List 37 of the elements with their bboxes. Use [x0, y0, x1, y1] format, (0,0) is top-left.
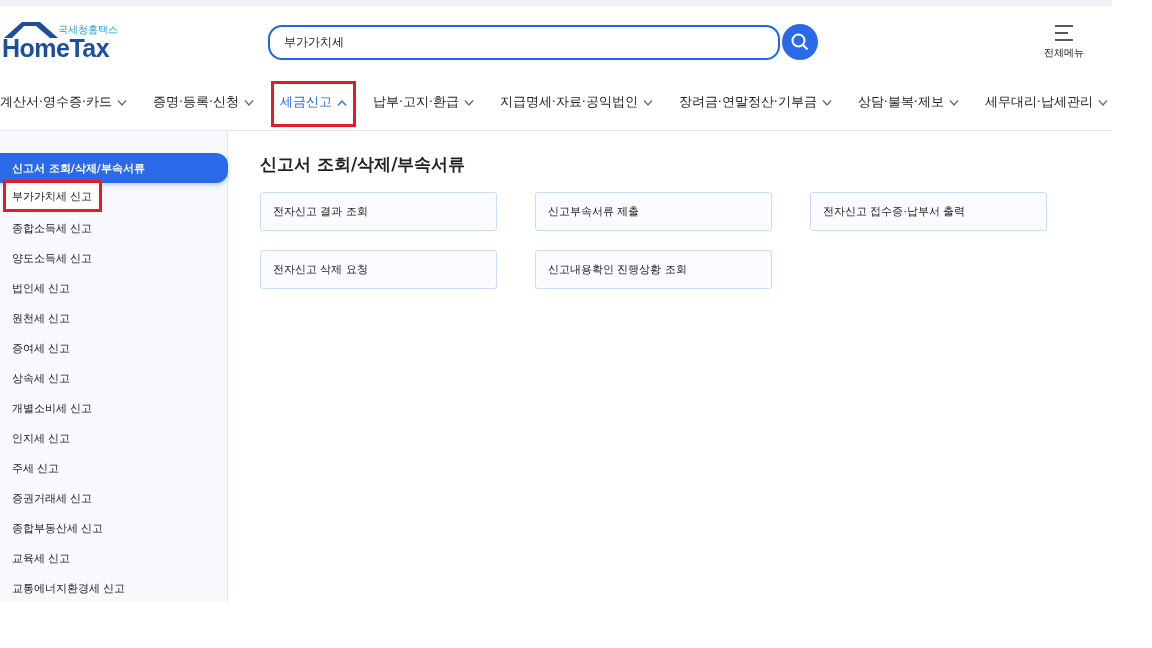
- nav-tab[interactable]: 세무대리·납세관리: [975, 78, 1117, 130]
- all-menu-button[interactable]: 전체메뉴: [1044, 24, 1084, 60]
- logo-wordmark[interactable]: HomeTax: [2, 36, 268, 60]
- sidebar-item[interactable]: 증권거래세 신고: [0, 483, 227, 513]
- sidebar-item[interactable]: 양도소득세 신고: [0, 243, 227, 273]
- menu-link-card[interactable]: 신고부속서류 제출: [535, 192, 772, 231]
- sidebar-item[interactable]: 종합소득세 신고: [0, 213, 227, 243]
- nav-tab[interactable]: 장려금·연말정산·기부금: [669, 78, 841, 130]
- search-field[interactable]: 부가가치세: [268, 24, 780, 60]
- sidebar-item[interactable]: 개별소비세 신고: [0, 393, 227, 423]
- nav-tab[interactable]: 계산서·영수증·카드: [0, 78, 136, 130]
- menu-link-card[interactable]: 신고내용확인 진행상황 조회: [535, 250, 772, 289]
- sidebar-item[interactable]: 법인세 신고: [0, 273, 227, 303]
- sidebar-item[interactable]: 신고서 조회/삭제/부속서류: [0, 153, 228, 183]
- sidebar-item[interactable]: 교통에너지환경세 신고: [0, 573, 227, 603]
- menu-link-card[interactable]: 전자신고 접수증·납부서 출력: [810, 192, 1047, 231]
- sidebar-item[interactable]: 종합부동산세 신고: [0, 513, 227, 543]
- sidebar-item[interactable]: 교육세 신고: [0, 543, 227, 573]
- house-roof-icon: [2, 20, 58, 40]
- search-icon: [791, 33, 809, 51]
- menu-icon: [1054, 24, 1074, 41]
- search-button[interactable]: [782, 24, 818, 60]
- nav-tab[interactable]: 납부·고지·환급: [363, 78, 483, 130]
- menu-link-card[interactable]: 전자신고 삭제 요청: [260, 250, 497, 289]
- nav-tab[interactable]: 세금신고: [270, 81, 356, 127]
- sidebar-item[interactable]: 증여세 신고: [0, 333, 227, 363]
- nav-tab[interactable]: 지급명세·자료·공익법인: [490, 78, 662, 130]
- nav-tab[interactable]: 증명·등록·신청: [143, 78, 263, 130]
- menu-link-card[interactable]: 전자신고 결과 조회: [260, 192, 497, 231]
- sidebar-item[interactable]: 상속세 신고: [0, 363, 227, 393]
- logo-subtitle: 국세청홈택스: [58, 24, 119, 36]
- section-title: 신고서 조회/삭제/부속서류: [260, 153, 467, 176]
- sidebar-item[interactable]: 부가가치세 신고: [6, 183, 99, 209]
- sidebar-item[interactable]: 인지세 신고: [0, 423, 227, 453]
- sidebar-item[interactable]: 원천세 신고: [0, 303, 227, 333]
- nav-tab[interactable]: 상담·불복·제보: [848, 78, 968, 130]
- sidebar-item[interactable]: 주세 신고: [0, 453, 227, 483]
